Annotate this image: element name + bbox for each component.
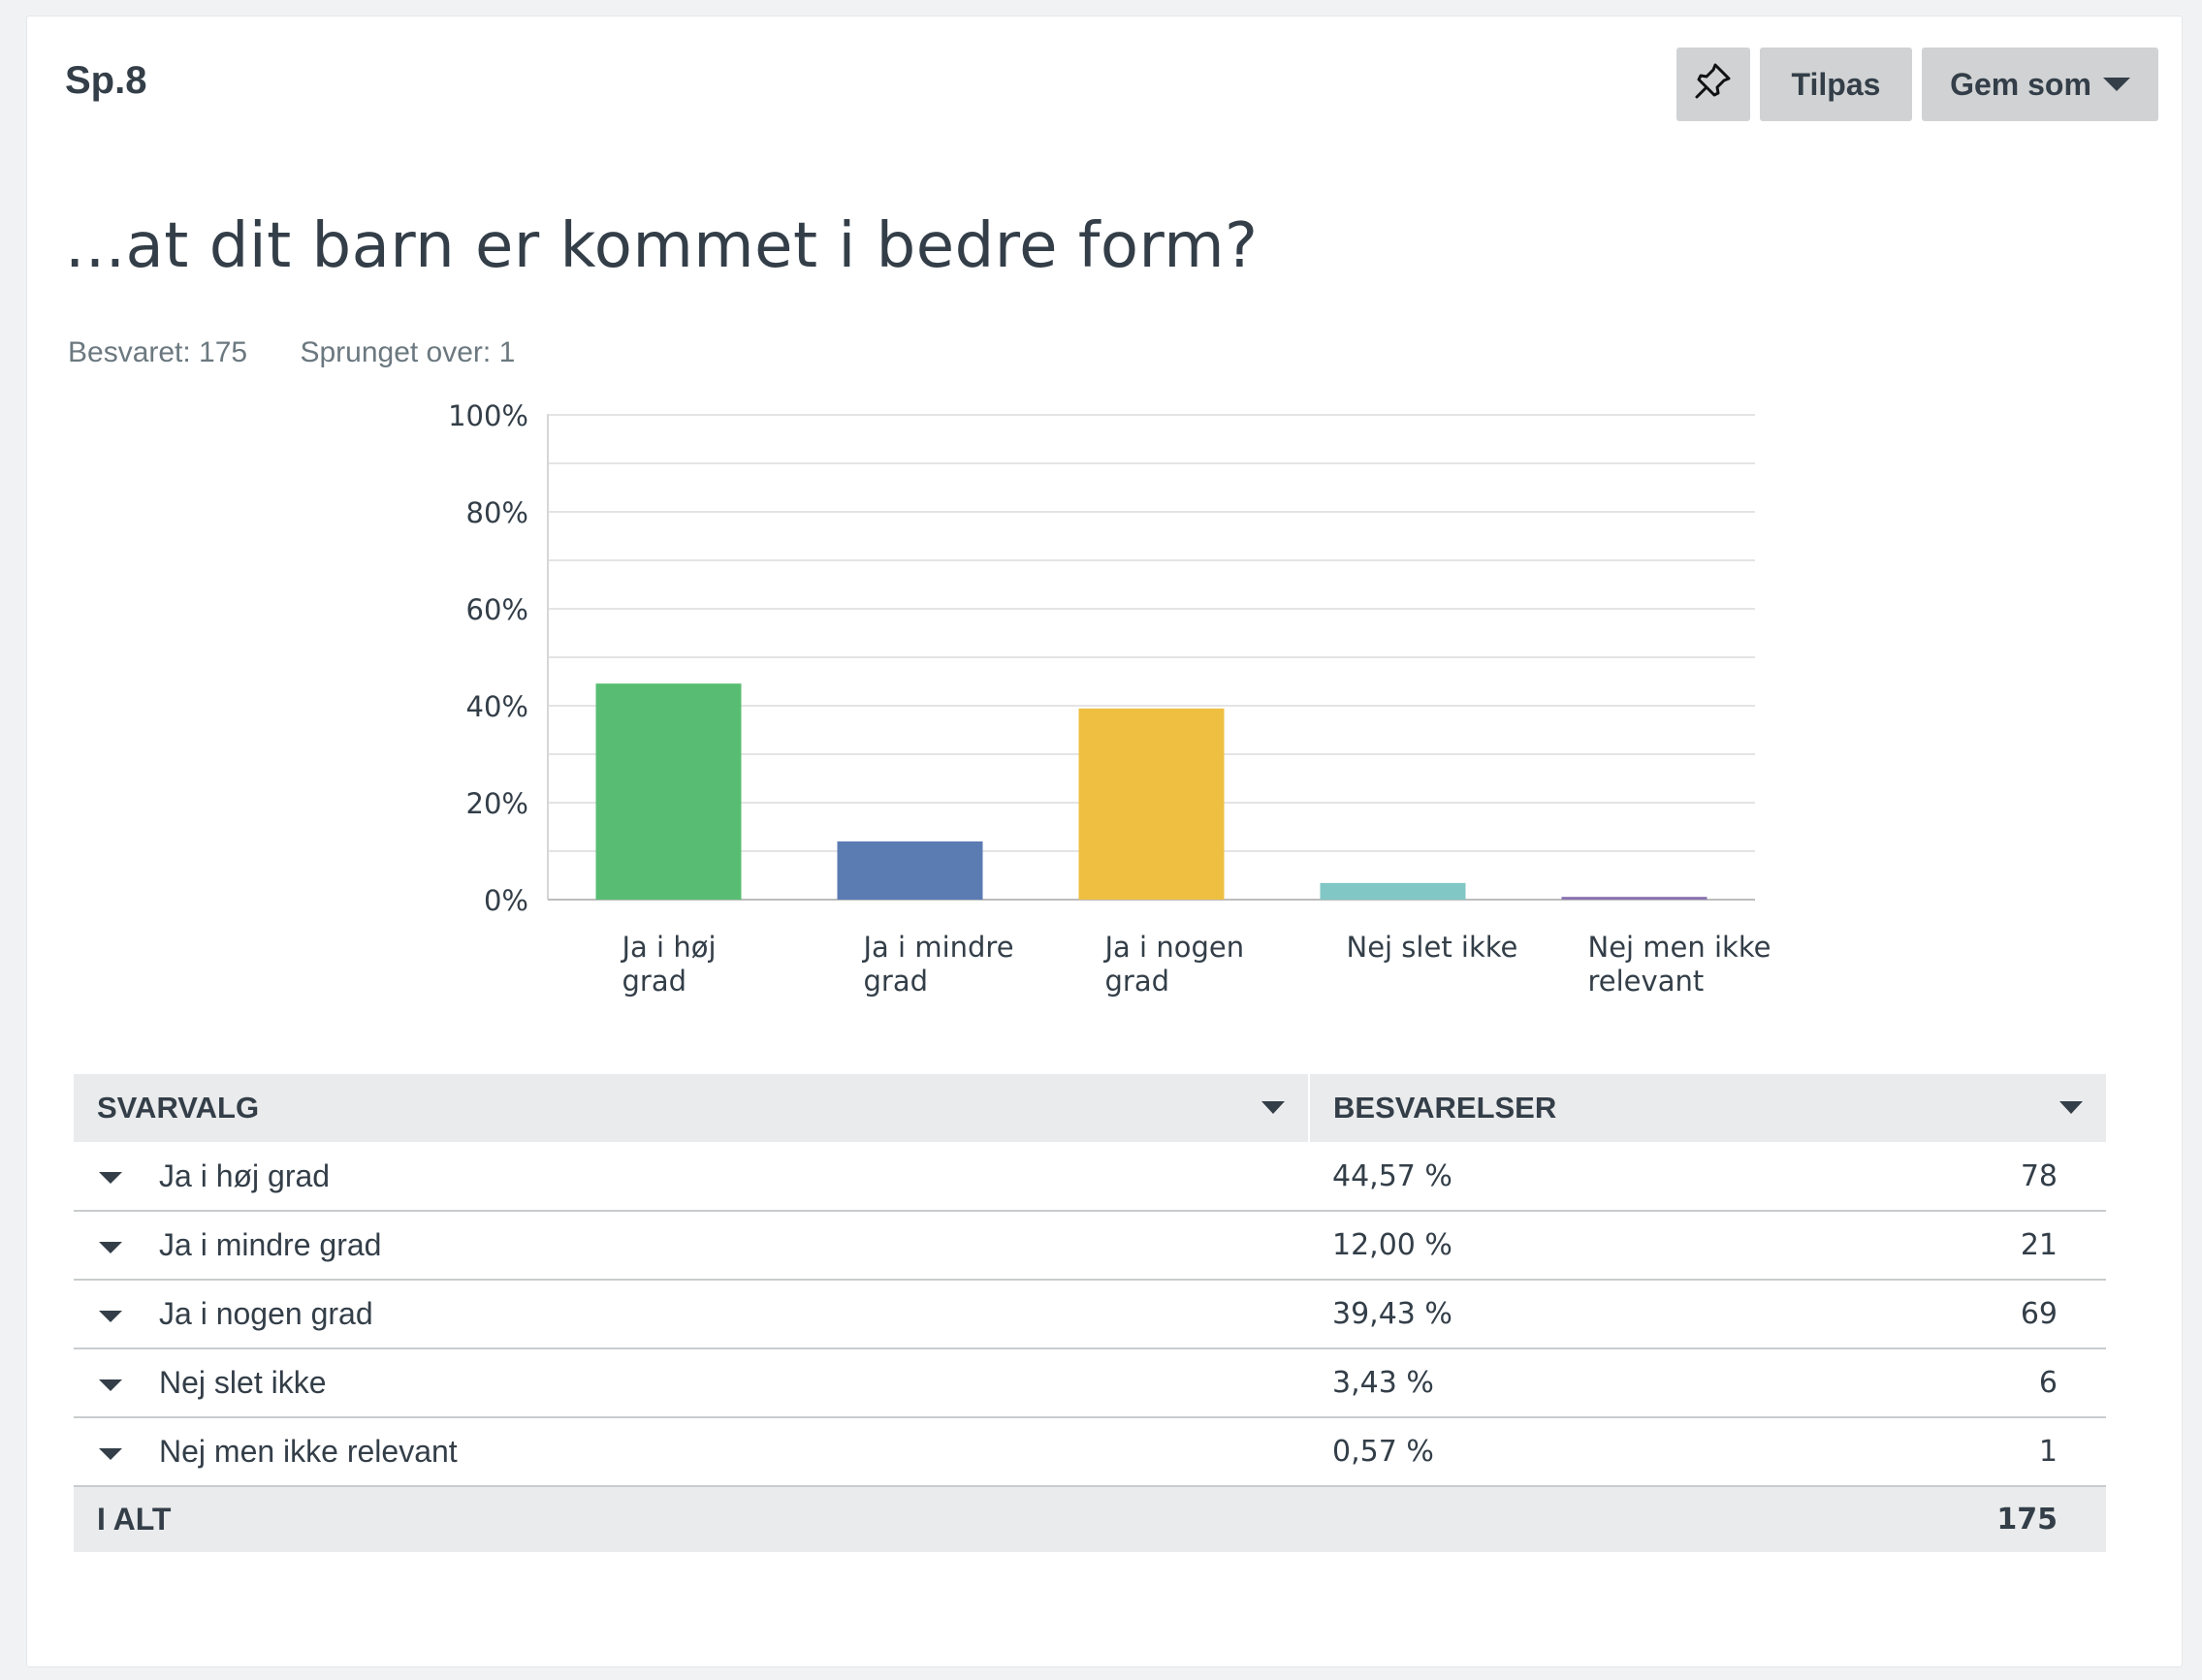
table-row: Nej men ikke relevant 0,57 % 1 [74,1417,2106,1487]
choice-label: Nej men ikke relevant [159,1434,458,1469]
x-tick-label: Ja i mindre grad [862,931,1014,998]
choice-percent: 39,43 % [1309,1280,1891,1349]
table-row: Ja i høj grad 44,57 % 78 [74,1142,2106,1212]
expand-caret-icon[interactable] [99,1172,122,1185]
y-tick-label: 40% [466,690,528,723]
bar [1561,897,1707,900]
choice-percent: 44,57 % [1309,1142,1891,1212]
expand-caret-icon[interactable] [99,1310,122,1322]
sort-caret-icon [1261,1101,1285,1114]
y-tick-label: 100% [448,399,528,432]
total-row: I ALT 175 [74,1486,2106,1552]
y-tick-label: 0% [484,884,528,917]
choice-percent: 3,43 % [1309,1348,1891,1418]
y-tick-label: 60% [466,593,528,626]
expand-caret-icon[interactable] [99,1379,122,1391]
choice-percent: 12,00 % [1309,1211,1891,1281]
table-row: Ja i nogen grad 39,43 % 69 [74,1280,2106,1349]
table-row: Nej slet ikke 3,43 % 6 [74,1348,2106,1418]
choice-label: Ja i mindre grad [159,1227,382,1262]
total-count: 175 [1891,1486,2106,1552]
choice-label: Nej slet ikke [159,1365,327,1400]
total-label: I ALT [74,1486,1309,1552]
x-tick-label: Ja i nogen grad [1103,931,1245,998]
x-tick-label: Nej men ikke relevant [1588,931,1771,998]
x-tick-label: Ja i høj grad [621,931,717,998]
responses-table: SVARVALG BESVARELSER Ja i høj grad 44,57… [74,1074,2106,1552]
column-header-responses[interactable]: BESVARELSER [1309,1074,2106,1142]
table-row: Ja i mindre grad 12,00 % 21 [74,1211,2106,1281]
choice-count: 21 [1891,1211,2106,1281]
choice-percent: 0,57 % [1309,1417,1891,1487]
y-tick-label: 20% [466,787,528,820]
bar [1078,708,1225,900]
column-header-choices[interactable]: SVARVALG [74,1074,1310,1142]
sort-caret-icon [2059,1101,2083,1114]
bar [1320,882,1466,900]
choice-count: 69 [1891,1280,2106,1349]
choice-label: Ja i nogen grad [159,1296,373,1331]
bar [837,841,983,900]
choice-count: 6 [1891,1348,2106,1418]
bar [595,683,742,900]
x-tick-label: Nej slet ikke [1347,931,1518,964]
bar-chart: 0% 20% 40% 60% 80% 100% Ja i høj grad Ja i mindr… [448,399,1771,998]
expand-caret-icon[interactable] [99,1241,122,1253]
y-tick-label: 80% [466,496,528,529]
expand-caret-icon[interactable] [99,1447,122,1460]
choice-label: Ja i høj grad [159,1157,331,1193]
choice-count: 1 [1891,1417,2106,1487]
choice-count: 78 [1891,1142,2106,1212]
